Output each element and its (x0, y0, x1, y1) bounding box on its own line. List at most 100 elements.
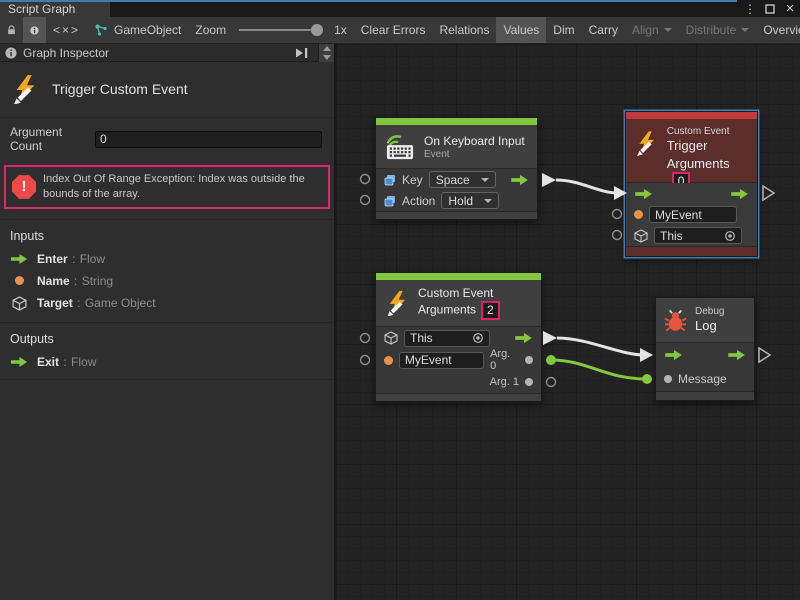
gameobject-cube-icon (10, 296, 28, 311)
dim-button[interactable]: Dim (546, 17, 581, 43)
zoom-value: 1x (327, 17, 354, 43)
gameobject-cube-icon (634, 229, 648, 243)
custom-event-icon (384, 290, 410, 316)
flow-out-connector[interactable] (763, 186, 774, 200)
arguments-label: Arguments (667, 156, 730, 171)
argument-count-row: Argument Count 0 (0, 118, 334, 159)
panel-scroll-spinner (318, 44, 334, 62)
target-field[interactable]: This (654, 227, 742, 244)
flow-arrow-icon (10, 253, 28, 265)
values-button[interactable]: Values (496, 17, 546, 43)
node-category: Custom Event (418, 286, 500, 301)
flow-out-port[interactable] (510, 174, 529, 186)
error-message-box: ! Index Out Of Range Exception: Index wa… (4, 165, 330, 209)
argument-count-input[interactable]: 0 (95, 131, 322, 148)
code-toggle-icon[interactable]: <×> (46, 17, 87, 43)
scroll-up-icon[interactable] (319, 44, 334, 53)
distribute-dropdown[interactable]: Distribute (679, 17, 757, 43)
node-trigger-custom-event[interactable]: Custom Event Trigger Arguments0 MyEvent (625, 111, 758, 257)
flow-connector-triangle[interactable] (542, 173, 556, 187)
port-circle[interactable] (361, 356, 370, 365)
port-circle[interactable] (361, 175, 370, 184)
target-picker-icon[interactable] (472, 332, 484, 344)
info-toggle-icon[interactable] (23, 17, 46, 43)
align-dropdown[interactable]: Align (625, 17, 679, 43)
close-icon[interactable]: × (782, 1, 798, 16)
node-subtitle: Event (424, 149, 525, 160)
node-on-keyboard-input[interactable]: On Keyboard Input Event Key Space Action… (375, 117, 538, 220)
scroll-down-icon[interactable] (319, 53, 334, 62)
gameobject-cube-icon (384, 331, 398, 345)
graph-inspector-panel: Graph Inspector Trigger Custom Event Arg… (0, 44, 335, 600)
wire-keyboard-to-trigger[interactable] (556, 180, 618, 193)
arg0-port[interactable] (525, 356, 533, 364)
lock-icon[interactable] (0, 17, 23, 43)
custom-event-icon (634, 130, 659, 156)
zoom-slider-handle[interactable] (311, 24, 323, 36)
maximize-icon[interactable] (762, 1, 778, 16)
zoom-slider[interactable] (233, 17, 327, 43)
port-circle[interactable] (613, 210, 622, 219)
carry-button[interactable]: Carry (582, 17, 625, 43)
node-title: Log (695, 317, 724, 335)
node-custom-event[interactable]: Custom Event Arguments2 This MyEvent Arg… (375, 272, 542, 402)
key-dropdown[interactable]: Space (429, 171, 496, 188)
wire-customevent-to-log[interactable] (557, 338, 644, 355)
string-value-icon (10, 276, 28, 285)
graph-inspector-header: Graph Inspector (0, 44, 334, 62)
flow-connector-triangle[interactable] (543, 331, 557, 345)
graph-canvas[interactable]: On Keyboard Input Event Key Space Action… (336, 44, 800, 600)
action-dropdown[interactable]: Hold (441, 192, 499, 209)
port-circle[interactable] (613, 231, 622, 240)
value-connector-dot[interactable] (642, 374, 652, 384)
message-port[interactable] (664, 375, 672, 383)
focus-line (0, 0, 737, 2)
input-row-name: Name : String (0, 270, 334, 292)
node-title: On Keyboard Input (424, 134, 525, 149)
flow-out-connector[interactable] (759, 348, 770, 362)
event-name-field[interactable]: MyEvent (649, 206, 737, 223)
wire-arg0-to-message[interactable] (551, 360, 647, 379)
node-debug-log[interactable]: Debug Log Message (655, 297, 755, 401)
unit-title-block: Trigger Custom Event (0, 62, 334, 118)
window-menu-icon[interactable]: ⋮ (742, 1, 758, 16)
arg1-label: Arg. 1 (490, 376, 519, 388)
flow-out-port[interactable] (727, 349, 746, 361)
overview-button[interactable]: Overview (756, 17, 800, 43)
keyboard-event-icon (384, 133, 416, 161)
gameobject-graph-icon (94, 23, 108, 37)
inputs-header: Inputs (0, 220, 334, 248)
wire-arrowhead (640, 348, 653, 362)
zoom-label: Zoom (188, 17, 233, 43)
gameobject-reference[interactable]: GameObject (87, 17, 188, 43)
arg0-label: Arg. 0 (490, 348, 519, 372)
flow-in-port[interactable] (634, 188, 653, 200)
port-circle[interactable] (547, 378, 556, 387)
node-title: Trigger (667, 137, 749, 155)
chevron-down-icon (484, 199, 492, 203)
flow-in-port[interactable] (664, 349, 683, 361)
value-connector-dot[interactable] (546, 355, 556, 365)
chevron-down-icon (481, 178, 489, 182)
relations-button[interactable]: Relations (432, 17, 496, 43)
bug-icon (664, 309, 687, 332)
event-name-field[interactable]: MyEvent (399, 352, 484, 369)
key-label: Key (402, 173, 423, 187)
flow-out-port[interactable] (514, 332, 533, 344)
error-icon: ! (12, 175, 36, 199)
arg1-port[interactable] (525, 378, 533, 386)
graph-inspector-title: Graph Inspector (23, 46, 288, 60)
port-circle[interactable] (361, 334, 370, 343)
argument-count-badge: 2 (481, 301, 500, 320)
target-picker-icon[interactable] (724, 230, 736, 242)
unit-title: Trigger Custom Event (52, 81, 188, 97)
port-circle[interactable] (361, 196, 370, 205)
message-label: Message (678, 372, 727, 386)
enum-icon (384, 174, 396, 186)
flow-out-port[interactable] (730, 188, 749, 200)
string-value-icon (634, 210, 643, 219)
dock-inspector-icon[interactable] (294, 47, 309, 59)
target-field[interactable]: This (404, 330, 490, 347)
tab-script-graph[interactable]: Script Graph (0, 2, 110, 17)
clear-errors-button[interactable]: Clear Errors (354, 17, 433, 43)
